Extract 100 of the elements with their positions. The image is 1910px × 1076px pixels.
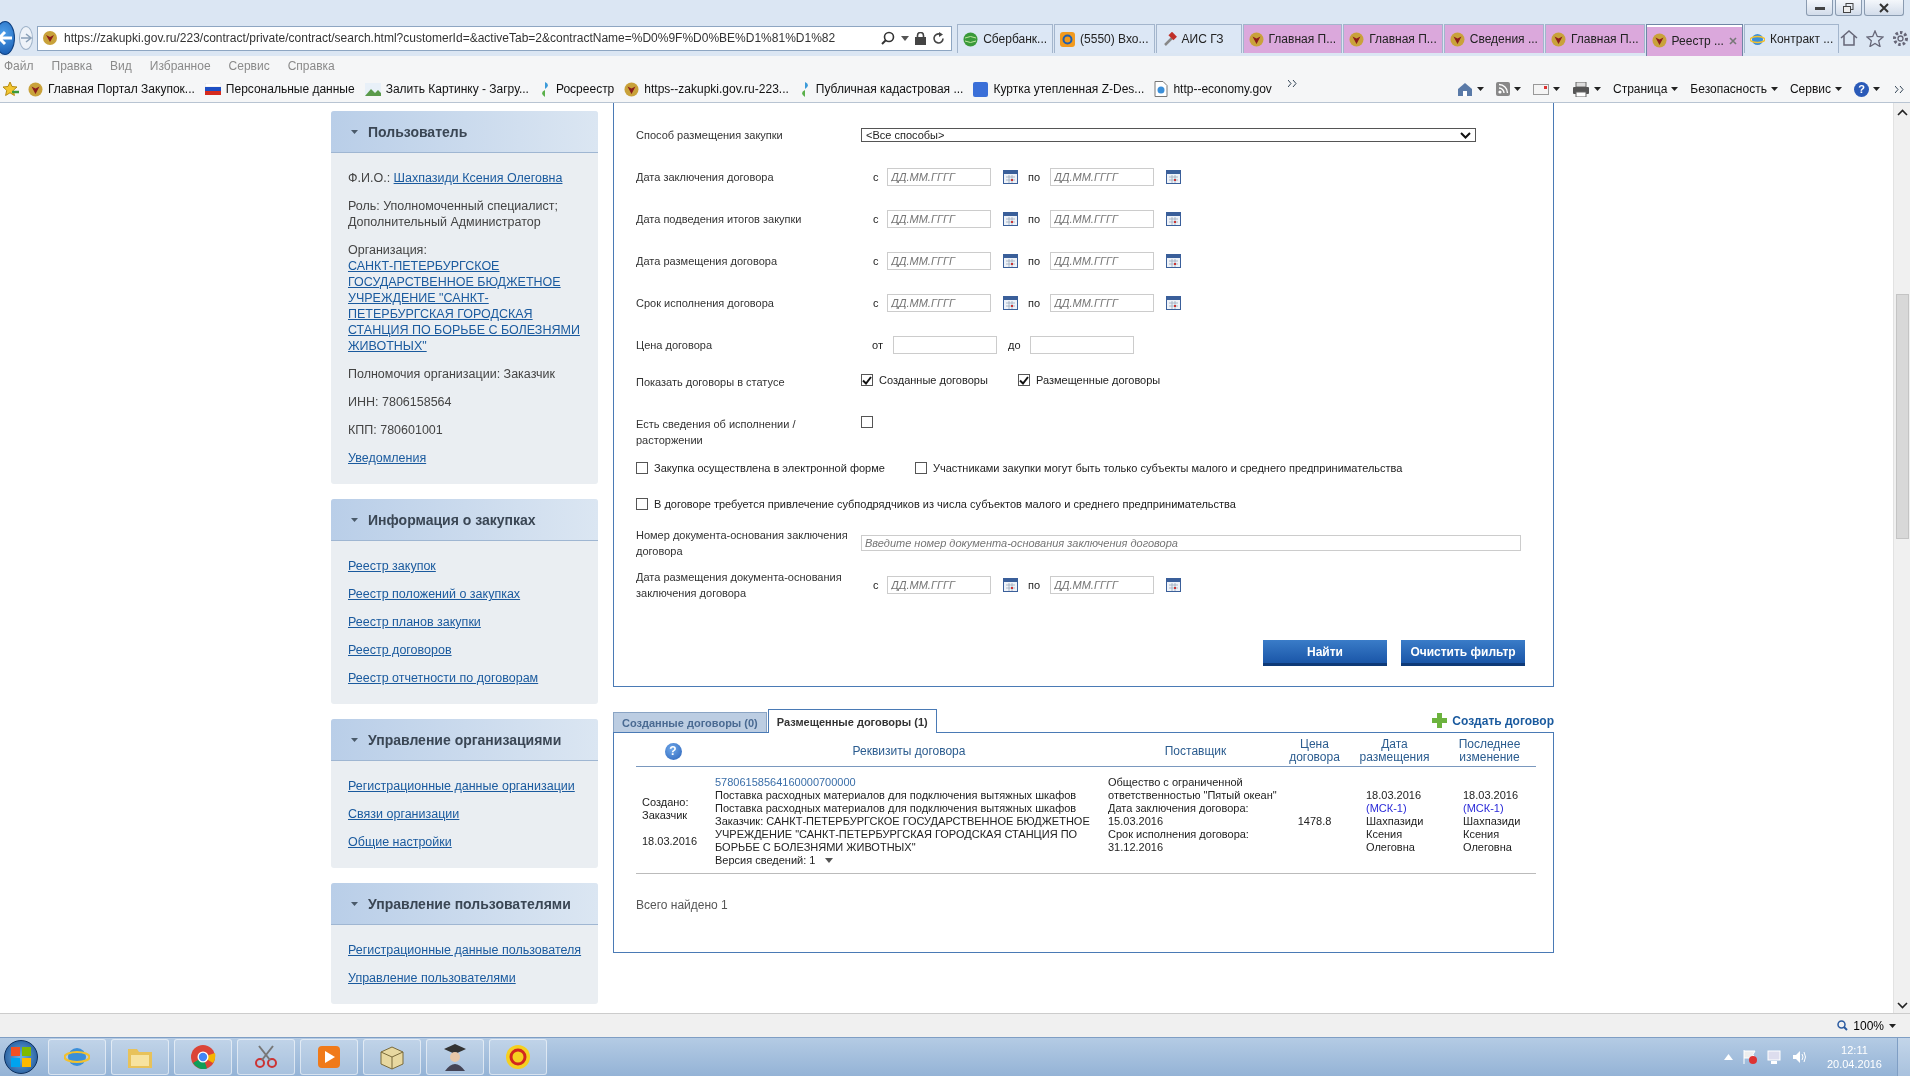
author-text: Шахпазиди Ксения Олеговна (1463, 815, 1521, 854)
checkbox-label: Созданные договоры (879, 374, 988, 386)
timezone-text: (МСК-1) (1366, 802, 1407, 815)
favorite-link[interactable]: https--zakupki.gov.ru-223... (624, 81, 789, 97)
favorite-link[interactable]: Главная Портал Закупок... (28, 81, 195, 97)
sidebar-link[interactable]: Реестр положений о закупках (348, 586, 582, 602)
to-label: по (1028, 297, 1042, 309)
contract-number-link[interactable]: 57806158564160000700000 (715, 776, 1108, 789)
sidebar-link[interactable]: Управление пользователями (348, 970, 582, 986)
checkbox-label: Закупка осуществлена в электронной форме (654, 462, 885, 474)
contract-detail-text: Поставка расходных материалов для подключения вытяжных шкафов (715, 789, 1078, 802)
info-link[interactable]: САНКТ-ПЕТЕРБУРГСКОЕ ГОСУДАРСТВЕННОЕ БЮДЖЕТНОЕ УЧРЕЖДЕНИЕ "САНКТ-ПЕТЕРБУРГСКАЯ ГОРОДСКАЯ СТАНЦИЯ ПО БОРЬБЕ С БОЛЕЗНЯМИ ЖИВОТНЫХ" (348, 258, 582, 354)
version-text: Версия сведений: 1 (715, 854, 816, 867)
browser-tab[interactable]: Сбербанк... (957, 24, 1054, 53)
favorite-link[interactable]: http--economy.gov (1154, 81, 1272, 97)
browser-tab[interactable]: Главная П... (1544, 24, 1645, 53)
command-menu[interactable]: Сервис (1786, 82, 1845, 96)
sidebar-link[interactable]: Общие настройки (348, 834, 582, 850)
field-label: Дата подведения итогов закупки (636, 212, 803, 227)
info-text: КПП: 780601001 (348, 422, 444, 438)
supplier-text: Общество с ограниченной ответственностью "Пятый океан" (1108, 776, 1278, 802)
field-label: Дата размещения документа-основания заключения договора (636, 570, 843, 601)
status-date: 18.03.2016 (642, 834, 699, 848)
sidebar-link[interactable]: Уведомления (348, 450, 582, 466)
command-menu[interactable]: Безопасность (1687, 82, 1781, 96)
panel-title: Пользователь (368, 123, 468, 140)
field-label: Показать договоры в статусе (636, 375, 786, 390)
field-label: Организация: (348, 243, 427, 257)
command-menu[interactable]: Страница (1609, 82, 1682, 96)
contract-detail-text: Поставка расходных материалов для подключения вытяжных шкафов (715, 802, 1078, 815)
price-text: 1478.8 (1297, 815, 1332, 828)
checkbox-label: В договоре требуется привлечение субподрядчиков из числа субъектов малого и среднего предпринимательства (654, 498, 1236, 510)
browser-tab[interactable]: АИС ГЗ (1155, 24, 1242, 53)
info-text: ИНН: 7806158564 (348, 394, 453, 410)
to-label: по (1028, 579, 1042, 591)
info-text: Полномочия организации: Заказчик (348, 366, 556, 382)
checkbox-label: Размещенные договоры (1036, 374, 1161, 386)
to-label: до (1008, 339, 1022, 351)
column-header[interactable]: Цена договора (1283, 738, 1346, 764)
sidebar-link[interactable]: Регистрационные данные пользователя (348, 942, 582, 958)
create-contract-link[interactable]: Создать договор (1432, 713, 1554, 728)
results-tab[interactable]: Размещенные договоры (1) (767, 709, 937, 733)
favorite-link[interactable]: Росреестр (538, 81, 615, 97)
favorite-link[interactable]: Публичная кадастровая ... (798, 81, 964, 97)
browser-tab[interactable]: Главная П... (1242, 24, 1343, 53)
checkbox-label: Участниками закупки могут быть только субъекты малого и среднего предпринимательства (933, 462, 1403, 474)
panel-header[interactable]: Управление пользователями (331, 883, 598, 925)
field-label: Ф.И.О.: (348, 171, 391, 185)
field-label: Способ размещения закупки (636, 128, 784, 143)
field-label: Цена договора (636, 338, 713, 353)
panel-title: Управление пользователями (368, 895, 571, 912)
from-label: с (873, 171, 880, 183)
browser-tab[interactable]: Сведения ... (1443, 24, 1544, 53)
column-header[interactable]: Дата размещения (1346, 738, 1443, 764)
zoom-button[interactable]: 100% (1837, 1018, 1896, 1033)
sidebar-link[interactable]: Регистрационные данные организации (348, 778, 582, 794)
field-label: Есть сведения об исполнении / расторжении (636, 417, 797, 448)
browser-tab[interactable]: (5550) Вхо... (1054, 24, 1155, 53)
panel-header[interactable]: Пользователь (331, 111, 598, 153)
column-header[interactable]: Поставщик (1164, 744, 1227, 758)
date-text: 18.03.2016 (1366, 789, 1422, 802)
info-link[interactable]: Шахпазиди Ксения Олеговна (393, 171, 563, 185)
to-label: по (1028, 255, 1042, 267)
sidebar-link[interactable]: Реестр договоров (348, 642, 582, 658)
total-count: Всего найдено 1 (636, 898, 729, 912)
document-number-field[interactable]: Введите номер документа-основания заключения договора (861, 535, 1521, 551)
browser-tab[interactable]: Контракт ... (1743, 24, 1840, 53)
favorite-link[interactable]: Залить Картинку - Загру... (364, 82, 529, 96)
sidebar-link[interactable]: Реестр закупок (348, 558, 582, 574)
sidebar-link[interactable]: Реестр отчетности по договорам (348, 670, 582, 686)
address-field[interactable]: https://zakupki.gov.ru/223/contract/private/contract/search.html?customerId=&activeTab=2&contractName=%D0%9F%D0%BE%D1%81%D1%82 (37, 25, 953, 51)
contract-detail-text: Заказчик: САНКТ-ПЕТЕРБУРГСКОЕ ГОСУДАРСТВЕННОЕ БЮДЖЕТНОЕ УЧРЕЖДЕНИЕ "САНКТ-ПЕТЕРБУРГСКАЯ ГОРОДСКАЯ СТАНЦИЯ ПО БОРЬБЕ С БОЛЕЗНЯМИ ЖИВОТНЫХ" (715, 815, 1091, 854)
search-button[interactable]: Найти (1263, 640, 1387, 666)
favorite-link[interactable]: Персональные данные (204, 82, 355, 96)
info-text: Роль: Уполномоченный специалист; Дополнительный Администратор (348, 198, 559, 230)
help-menu[interactable]: ? (1851, 81, 1883, 97)
method-select[interactable]: <Все способы> (861, 128, 1476, 142)
column-header[interactable]: Последнее изменение (1443, 738, 1536, 764)
field-label: Номер документа-основания заключения договора (636, 528, 849, 559)
supplier-text: Срок исполнения договора: 31.12.2016 (1108, 828, 1250, 854)
browser-tab[interactable]: Главная П... (1343, 24, 1443, 53)
to-label: по (1028, 213, 1042, 225)
from-label: с (873, 297, 880, 309)
sidebar-link[interactable]: Реестр планов закупки (348, 614, 582, 630)
clear-filter-button[interactable]: Очистить фильтр (1401, 640, 1525, 666)
favorite-link[interactable]: Куртка утепленная Z-Des... (973, 81, 1145, 97)
from-label: с (873, 579, 880, 591)
field-label: Срок исполнения договора (636, 296, 775, 311)
browser-tab[interactable]: Реестр ... (1645, 24, 1743, 56)
sidebar-link[interactable]: Связи организации (348, 806, 582, 822)
panel-title: Управление организациями (368, 731, 562, 748)
author-text: Шахпазиди Ксения Олеговна (1366, 815, 1424, 854)
from-label: от (872, 339, 884, 351)
panel-header[interactable]: Управление организациями (331, 719, 598, 761)
to-label: по (1028, 171, 1042, 183)
panel-header[interactable]: Информация о закупках (331, 499, 598, 541)
column-header[interactable]: Реквизиты договора (852, 744, 966, 758)
address-text: https://zakupki.gov.ru/223/contract/private/contract/search.html?customerId=&activeTab=2&contractName=%D0%9F%D0%BE%D1%81%D1%82 (64, 31, 836, 45)
date-text: 18.03.2016 (1463, 789, 1519, 802)
from-label: с (873, 255, 880, 267)
